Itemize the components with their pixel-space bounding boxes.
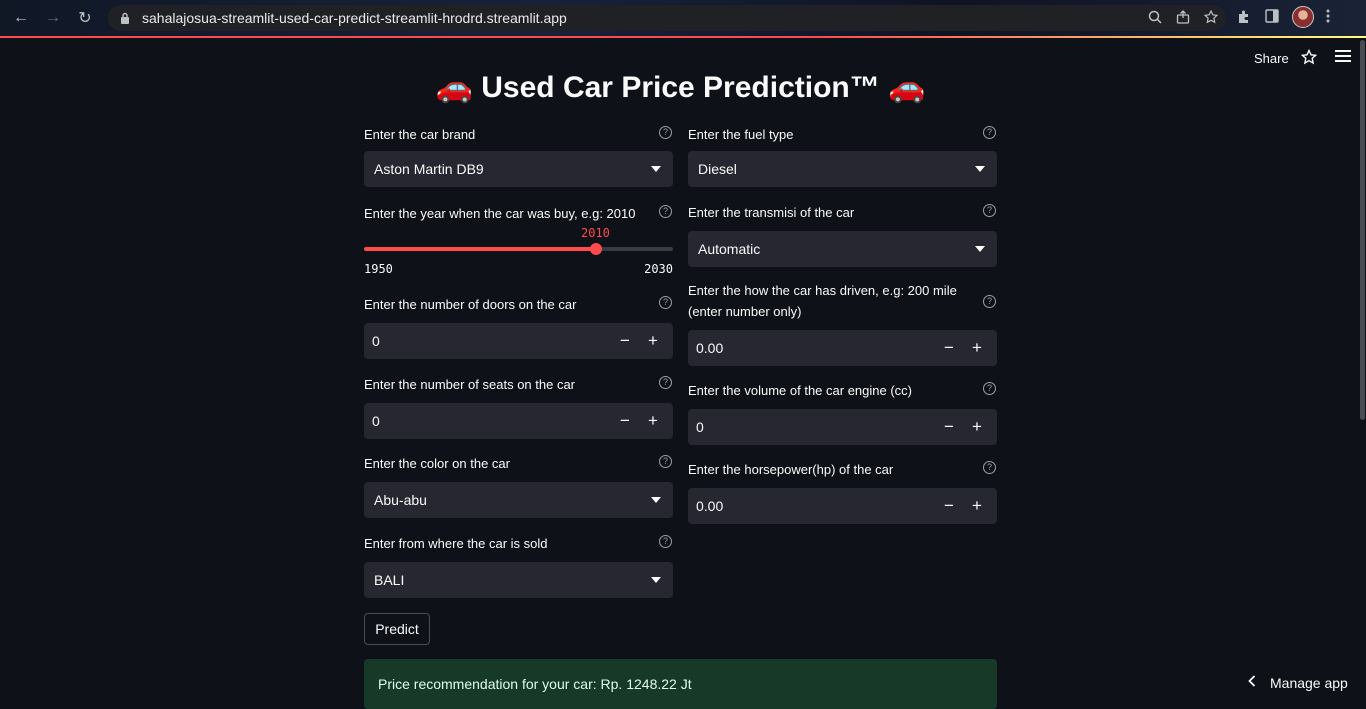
lock-icon xyxy=(118,11,132,25)
horsepower-label: Enter the horsepower(hp) of the car ? xyxy=(688,459,997,480)
mileage-field: Enter the how the car has driven, e.g: 2… xyxy=(688,280,997,366)
caret-down-icon xyxy=(651,577,661,583)
zoom-icon[interactable] xyxy=(1148,10,1162,27)
bookmark-star-icon[interactable] xyxy=(1203,9,1219,27)
doors-label: Enter the number of doors on the car ? xyxy=(364,294,673,315)
transmission-select[interactable]: Automatic xyxy=(688,231,997,267)
help-icon[interactable]: ? xyxy=(983,204,996,217)
caret-down-icon xyxy=(975,166,985,172)
year-slider-min: 1950 xyxy=(364,262,393,276)
transmission-label: Enter the transmisi of the car ? xyxy=(688,202,997,223)
engine-input[interactable]: 0 − + xyxy=(688,409,997,445)
star-icon[interactable] xyxy=(1300,48,1318,70)
seats-field: Enter the number of seats on the car ? 0… xyxy=(364,374,673,439)
year-slider-max: 2030 xyxy=(644,262,673,276)
brand-label: Enter the car brand ? xyxy=(364,124,673,145)
help-icon[interactable]: ? xyxy=(983,382,996,395)
fuel-field: Enter the fuel type ? Diesel xyxy=(688,124,997,187)
help-icon[interactable]: ? xyxy=(983,295,996,308)
seats-input[interactable]: 0 − + xyxy=(364,403,673,439)
decrement-button[interactable]: − xyxy=(939,488,959,524)
increment-button[interactable]: + xyxy=(967,330,987,366)
year-field: Enter the year when the car was buy, e.g… xyxy=(364,203,673,224)
year-slider-track[interactable] xyxy=(364,247,673,251)
year-slider-value: 2010 xyxy=(581,226,610,240)
chevron-left-icon xyxy=(1248,674,1256,692)
mileage-input[interactable]: 0.00 − + xyxy=(688,330,997,366)
help-icon[interactable]: ? xyxy=(983,461,996,474)
year-label: Enter the year when the car was buy, e.g… xyxy=(364,203,673,224)
caret-down-icon xyxy=(975,246,985,252)
horsepower-field: Enter the horsepower(hp) of the car ? 0.… xyxy=(688,459,997,524)
back-icon[interactable]: ← xyxy=(10,7,32,29)
address-bar[interactable]: sahalajosua-streamlit-used-car-predict-s… xyxy=(108,5,1226,31)
year-slider-fill xyxy=(364,247,596,251)
fuel-label: Enter the fuel type ? xyxy=(688,124,997,145)
color-field: Enter the color on the car ? Abu-abu xyxy=(364,453,673,518)
doors-field: Enter the number of doors on the car ? 0… xyxy=(364,294,673,359)
page-title: 🚗 Used Car Price Prediction™ 🚗 xyxy=(435,71,926,104)
prediction-text: Price recommendation for your car: Rp. 1… xyxy=(378,676,692,692)
browser-toolbar: ← → ↻ sahalajosua-streamlit-used-car-pre… xyxy=(0,0,1366,36)
reload-icon[interactable]: ↻ xyxy=(74,7,96,29)
hamburger-menu-icon[interactable] xyxy=(1335,50,1351,62)
forward-icon[interactable]: → xyxy=(42,7,64,29)
decrement-button[interactable]: − xyxy=(939,330,959,366)
color-label: Enter the color on the car ? xyxy=(364,453,673,474)
side-panel-icon[interactable] xyxy=(1264,8,1280,27)
help-icon[interactable]: ? xyxy=(983,126,996,139)
transmission-field: Enter the transmisi of the car ? Automat… xyxy=(688,202,997,267)
engine-label: Enter the volume of the car engine (cc) … xyxy=(688,380,997,401)
share-page-icon[interactable] xyxy=(1176,9,1190,27)
help-icon[interactable]: ? xyxy=(659,376,672,389)
increment-button[interactable]: + xyxy=(643,403,663,439)
profile-avatar[interactable] xyxy=(1292,6,1314,28)
decrement-button[interactable]: − xyxy=(939,409,959,445)
seats-label: Enter the number of seats on the car ? xyxy=(364,374,673,395)
manage-app-button[interactable]: Manage app xyxy=(1248,674,1348,692)
kebab-menu-icon[interactable] xyxy=(1326,8,1330,27)
help-icon[interactable]: ? xyxy=(659,126,672,139)
brand-field: Enter the car brand ? Aston Martin DB9 xyxy=(364,124,673,187)
help-icon[interactable]: ? xyxy=(659,296,672,309)
increment-button[interactable]: + xyxy=(967,409,987,445)
location-label: Enter from where the car is sold ? xyxy=(364,533,673,554)
decrement-button[interactable]: − xyxy=(615,403,635,439)
help-icon[interactable]: ? xyxy=(659,205,672,218)
location-field: Enter from where the car is sold ? BALI xyxy=(364,533,673,598)
caret-down-icon xyxy=(651,497,661,503)
mileage-label: Enter the how the car has driven, e.g: 2… xyxy=(688,280,997,322)
doors-input[interactable]: 0 − + xyxy=(364,323,673,359)
brand-select[interactable]: Aston Martin DB9 xyxy=(364,151,673,187)
location-select[interactable]: BALI xyxy=(364,562,673,598)
help-icon[interactable]: ? xyxy=(659,535,672,548)
help-icon[interactable]: ? xyxy=(659,455,672,468)
engine-field: Enter the volume of the car engine (cc) … xyxy=(688,380,997,445)
decrement-button[interactable]: − xyxy=(615,323,635,359)
share-button[interactable]: Share xyxy=(1254,51,1289,66)
year-slider-thumb[interactable] xyxy=(590,243,602,255)
color-select[interactable]: Abu-abu xyxy=(364,482,673,518)
url-text: sahalajosua-streamlit-used-car-predict-s… xyxy=(142,10,567,26)
fuel-select[interactable]: Diesel xyxy=(688,151,997,187)
extensions-icon[interactable] xyxy=(1236,8,1252,27)
increment-button[interactable]: + xyxy=(643,323,663,359)
page-scrollbar[interactable] xyxy=(1360,40,1365,420)
predict-button[interactable]: Predict xyxy=(364,613,430,645)
caret-down-icon xyxy=(651,166,661,172)
increment-button[interactable]: + xyxy=(967,488,987,524)
horsepower-input[interactable]: 0.00 − + xyxy=(688,488,997,524)
